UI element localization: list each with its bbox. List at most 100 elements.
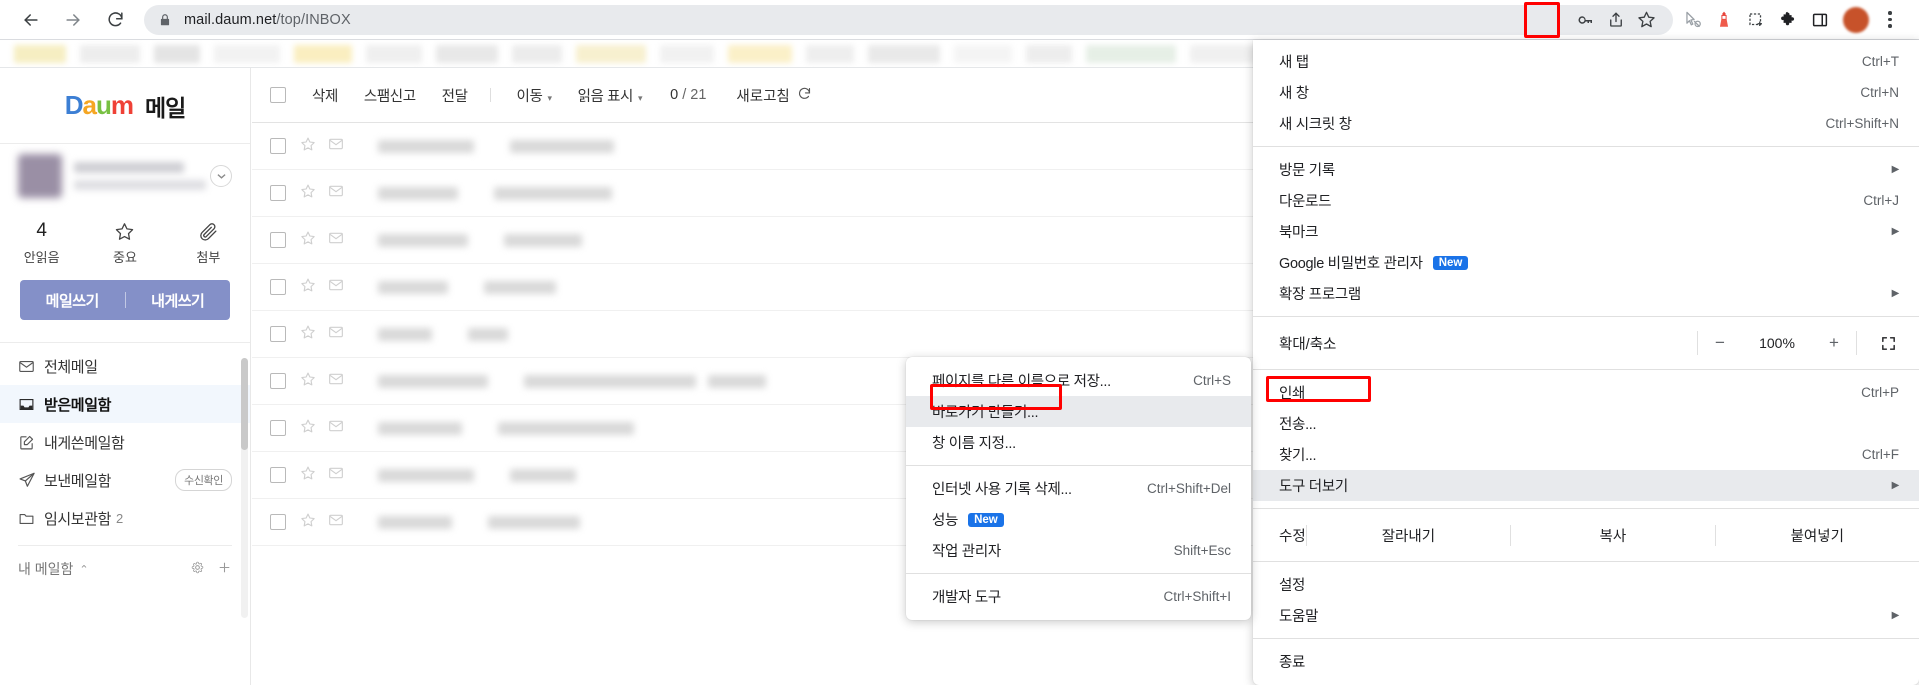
refresh-button[interactable]: 새로고침: [736, 85, 811, 106]
envelope-icon[interactable]: [328, 324, 344, 345]
menu-item-downloads[interactable]: 다운로드 Ctrl+J: [1253, 185, 1919, 216]
menu-item-new-incognito-window[interactable]: 새 시크릿 창 Ctrl+Shift+N: [1253, 108, 1919, 139]
row-checkbox[interactable]: [270, 420, 286, 436]
plus-icon[interactable]: [217, 560, 232, 578]
bookmark-item[interactable]: [366, 44, 422, 63]
profile-expand-button[interactable]: [210, 165, 232, 187]
star-icon[interactable]: [300, 418, 316, 439]
stat-important[interactable]: 중요: [83, 218, 166, 266]
compose-self-button[interactable]: 내게쓰기: [126, 290, 231, 311]
menu-item-new-window[interactable]: 새 창 Ctrl+N: [1253, 77, 1919, 108]
move-dropdown[interactable]: 이동 ▾: [517, 85, 552, 106]
mark-read-dropdown[interactable]: 읽음 표시 ▾: [578, 85, 643, 106]
menu-item-find[interactable]: 찾기... Ctrl+F: [1253, 439, 1919, 470]
menu-item-cast[interactable]: 전송...: [1253, 408, 1919, 439]
fullscreen-icon[interactable]: [1857, 335, 1919, 352]
daum-mail-logo[interactable]: Daum 메일: [0, 68, 250, 144]
star-icon[interactable]: [300, 512, 316, 533]
menu-item-bookmarks[interactable]: 북마크 ▶: [1253, 216, 1919, 247]
bookmark-item[interactable]: [1026, 44, 1072, 63]
paste-button[interactable]: 붙여넣기: [1714, 524, 1919, 546]
bookmark-item[interactable]: [1086, 44, 1176, 63]
sidebar-scrollbar-thumb[interactable]: [241, 358, 248, 450]
bookmark-item[interactable]: [954, 44, 1012, 63]
menu-item-password-manager[interactable]: Google 비밀번호 관리자 New: [1253, 247, 1919, 278]
copy-button[interactable]: 복사: [1510, 524, 1714, 546]
row-checkbox[interactable]: [270, 185, 286, 201]
side-panel-icon[interactable]: [1805, 5, 1835, 35]
my-folder-label[interactable]: 내 메일함: [18, 559, 73, 579]
menu-item-save-page-as[interactable]: 페이지를 다른 이름으로 저장... Ctrl+S: [906, 365, 1251, 396]
star-icon[interactable]: [300, 465, 316, 486]
bookmark-item[interactable]: [660, 44, 714, 63]
sidebar-item-inbox[interactable]: 받은메일함: [0, 385, 250, 423]
menu-item-exit[interactable]: 종료: [1253, 646, 1919, 677]
spam-report-button[interactable]: 스팸신고: [364, 85, 416, 106]
puzzle-extensions-icon[interactable]: [1773, 5, 1803, 35]
row-checkbox[interactable]: [270, 138, 286, 154]
cut-button[interactable]: 잘라내기: [1305, 524, 1510, 546]
cursor-slash-icon[interactable]: [1677, 5, 1707, 35]
envelope-icon[interactable]: [328, 136, 344, 157]
menu-item-task-manager[interactable]: 작업 관리자 Shift+Esc: [906, 535, 1251, 566]
bookmark-item[interactable]: [214, 44, 280, 63]
zoom-in-button[interactable]: +: [1812, 333, 1856, 353]
back-button[interactable]: [14, 3, 48, 37]
address-bar[interactable]: mail.daum.net/top/INBOX: [144, 4, 1673, 35]
row-checkbox[interactable]: [270, 232, 286, 248]
gear-icon[interactable]: [190, 560, 205, 578]
screenshot-icon[interactable]: [1741, 5, 1771, 35]
three-dot-menu-icon[interactable]: [1875, 5, 1905, 35]
star-icon[interactable]: [300, 230, 316, 251]
delete-button[interactable]: 삭제: [312, 85, 338, 106]
key-icon[interactable]: [1573, 7, 1599, 33]
row-checkbox[interactable]: [270, 279, 286, 295]
envelope-icon[interactable]: [328, 371, 344, 392]
bookmark-item[interactable]: [14, 44, 66, 63]
select-all-checkbox[interactable]: [270, 87, 286, 103]
forward-button[interactable]: 전달: [442, 85, 468, 106]
menu-item-performance[interactable]: 성능 New: [906, 504, 1251, 535]
star-icon[interactable]: [300, 183, 316, 204]
bookmark-item[interactable]: [294, 44, 352, 63]
bookmark-star-icon[interactable]: [1633, 7, 1659, 33]
star-icon[interactable]: [300, 371, 316, 392]
menu-item-new-tab[interactable]: 새 탭 Ctrl+T: [1253, 46, 1919, 77]
star-icon[interactable]: [300, 136, 316, 157]
bookmark-item[interactable]: [806, 44, 854, 63]
row-checkbox[interactable]: [270, 373, 286, 389]
menu-item-settings[interactable]: 설정: [1253, 569, 1919, 600]
forward-button[interactable]: [56, 3, 90, 37]
star-icon[interactable]: [300, 277, 316, 298]
stat-unread[interactable]: 4 안읽음: [0, 218, 83, 266]
star-icon[interactable]: [300, 324, 316, 345]
sidebar-item-all-mail[interactable]: 전체메일: [0, 347, 250, 385]
bookmark-item[interactable]: [80, 44, 140, 63]
menu-item-extensions[interactable]: 확장 프로그램 ▶: [1253, 278, 1919, 309]
share-icon[interactable]: [1603, 7, 1629, 33]
menu-item-clear-browsing-data[interactable]: 인터넷 사용 기록 삭제... Ctrl+Shift+Del: [906, 473, 1251, 504]
bookmark-item[interactable]: [576, 44, 646, 63]
chevron-up-icon[interactable]: ⌃: [79, 563, 88, 576]
menu-item-print[interactable]: 인쇄 Ctrl+P: [1253, 377, 1919, 408]
menu-item-create-shortcut[interactable]: 바로가기 만들기...: [906, 396, 1251, 427]
bookmark-item[interactable]: [728, 44, 792, 63]
sidebar-item-self-mail[interactable]: 내게쓴메일함: [0, 423, 250, 461]
bookmark-item[interactable]: [154, 44, 200, 63]
menu-item-more-tools[interactable]: 도구 더보기 ▶: [1253, 470, 1919, 501]
sidebar-item-drafts[interactable]: 임시보관함 2: [0, 499, 250, 537]
stat-attachment[interactable]: 첨부: [167, 218, 250, 266]
compose-mail-button[interactable]: 메일쓰기: [20, 290, 125, 311]
row-checkbox[interactable]: [270, 467, 286, 483]
sidebar-item-sent-mail[interactable]: 보낸메일함 수신확인: [0, 461, 250, 499]
envelope-icon[interactable]: [328, 465, 344, 486]
zoom-out-button[interactable]: −: [1698, 333, 1742, 353]
envelope-icon[interactable]: [328, 512, 344, 533]
reload-button[interactable]: [98, 3, 132, 37]
row-checkbox[interactable]: [270, 514, 286, 530]
menu-item-help[interactable]: 도움말 ▶: [1253, 600, 1919, 631]
envelope-icon[interactable]: [328, 418, 344, 439]
envelope-icon[interactable]: [328, 230, 344, 251]
bookmark-item[interactable]: [868, 44, 940, 63]
bookmark-item[interactable]: [436, 44, 498, 63]
